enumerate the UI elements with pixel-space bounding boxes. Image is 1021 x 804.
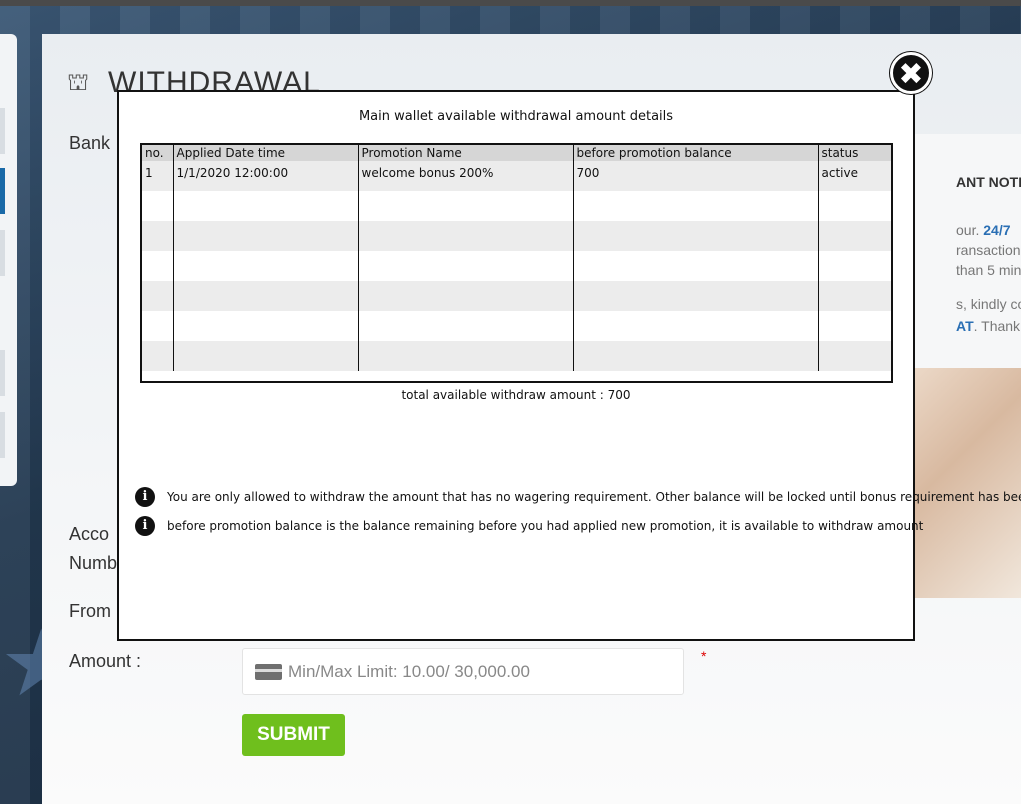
table-row (142, 191, 891, 221)
table-cell (142, 311, 174, 341)
required-mark: * (701, 648, 707, 664)
info-text: You are only allowed to withdraw the amo… (167, 490, 1021, 504)
table-cell (173, 341, 359, 371)
details-table: no. Applied Date time Promotion Name bef… (142, 145, 891, 371)
left-side-panel (0, 34, 17, 486)
table-cell (358, 341, 574, 371)
notice-line: ransaction is (956, 242, 1021, 258)
side-tab-active[interactable] (0, 168, 5, 214)
table-row (142, 341, 891, 371)
table-cell (818, 221, 891, 251)
important-notice-panel: ANT NOTICE our. 24/7 ransaction is than … (912, 134, 1021, 368)
table-cell (142, 191, 174, 221)
table-cell (358, 251, 574, 281)
table-cell: 1 (142, 161, 174, 191)
notice-line: than 5 minutes. (956, 262, 1021, 278)
side-tab[interactable] (0, 350, 5, 396)
table-cell (142, 341, 174, 371)
top-strip (0, 0, 1021, 6)
amount-field[interactable] (242, 648, 684, 695)
notice-line-text: . Thank you. (973, 318, 1021, 334)
table-cell (358, 191, 574, 221)
table-cell (573, 251, 819, 281)
table-cell (173, 191, 359, 221)
credit-card-icon (255, 663, 282, 680)
table-cell (142, 221, 174, 251)
info-note: i You are only allowed to withdraw the a… (135, 487, 1021, 507)
side-tab[interactable] (0, 412, 5, 458)
bank-label: Bank (69, 133, 111, 153)
notice-line: s, kindly contac (956, 296, 1021, 312)
notice-line-text: our. (956, 222, 984, 238)
table-cell (358, 311, 574, 341)
notice-highlight: 24/7 (983, 222, 1011, 238)
table-cell (573, 221, 819, 251)
withdrawal-details-modal: Main wallet available withdrawal amount … (117, 90, 1021, 641)
account-number-label-line1: Acco (69, 524, 110, 544)
amount-label: Amount : (69, 651, 142, 671)
table-cell (818, 311, 891, 341)
notice-line: our. 24/7 (956, 222, 1011, 238)
table-cell (173, 221, 359, 251)
table-row (142, 251, 891, 281)
notice-title: ANT NOTICE (956, 174, 1021, 190)
table-cell (818, 251, 891, 281)
table-cell: welcome bonus 200% (358, 161, 574, 191)
table-row (142, 281, 891, 311)
amount-input[interactable] (288, 661, 668, 682)
table-row (142, 311, 891, 341)
modal-title: Main wallet available withdrawal amount … (358, 109, 674, 124)
info-icon: i (135, 516, 155, 536)
table-cell: 1/1/2020 12:00:00 (173, 161, 359, 191)
table-header-row: no. Applied Date time Promotion Name bef… (142, 145, 891, 161)
table-cell: active (818, 161, 891, 191)
promo-photo (912, 368, 1021, 598)
side-tab[interactable] (0, 108, 5, 154)
table-row (142, 221, 891, 251)
column-header: no. (142, 145, 174, 161)
notice-line: AT. Thank you. (956, 318, 1021, 334)
column-header: Applied Date time (173, 145, 359, 161)
details-table-wrapper: no. Applied Date time Promotion Name bef… (140, 143, 893, 383)
table-row: 1 1/1/2020 12:00:00 welcome bonus 200% 7… (142, 161, 891, 191)
info-note: i before promotion balance is the balanc… (135, 516, 923, 536)
table-cell (173, 311, 359, 341)
table-cell (142, 281, 174, 311)
table-cell (818, 341, 891, 371)
notice-highlight: AT (956, 318, 974, 334)
close-modal-button[interactable]: ✖ (890, 52, 932, 94)
column-header: status (818, 145, 891, 161)
column-header: Promotion Name (358, 145, 574, 161)
from-label: From (69, 601, 111, 621)
side-tab[interactable] (0, 230, 5, 276)
table-cell (173, 251, 359, 281)
withdraw-bank-icon: ⛫ (66, 69, 90, 96)
table-cell (142, 251, 174, 281)
table-cell (818, 191, 891, 221)
table-cell (818, 281, 891, 311)
table-cell (573, 341, 819, 371)
table-cell: 700 (573, 161, 819, 191)
table-cell (173, 281, 359, 311)
table-cell (358, 281, 574, 311)
column-header: before promotion balance (573, 145, 819, 161)
table-cell (573, 191, 819, 221)
submit-button[interactable]: SUBMIT (242, 714, 345, 756)
total-available-amount: total available withdraw amount : 700 (401, 388, 631, 402)
table-cell (358, 221, 574, 251)
table-cell (573, 311, 819, 341)
info-icon: i (135, 487, 155, 507)
info-text: before promotion balance is the balance … (167, 519, 924, 533)
account-number-label-line2: Numb (69, 553, 118, 573)
table-cell (573, 281, 819, 311)
